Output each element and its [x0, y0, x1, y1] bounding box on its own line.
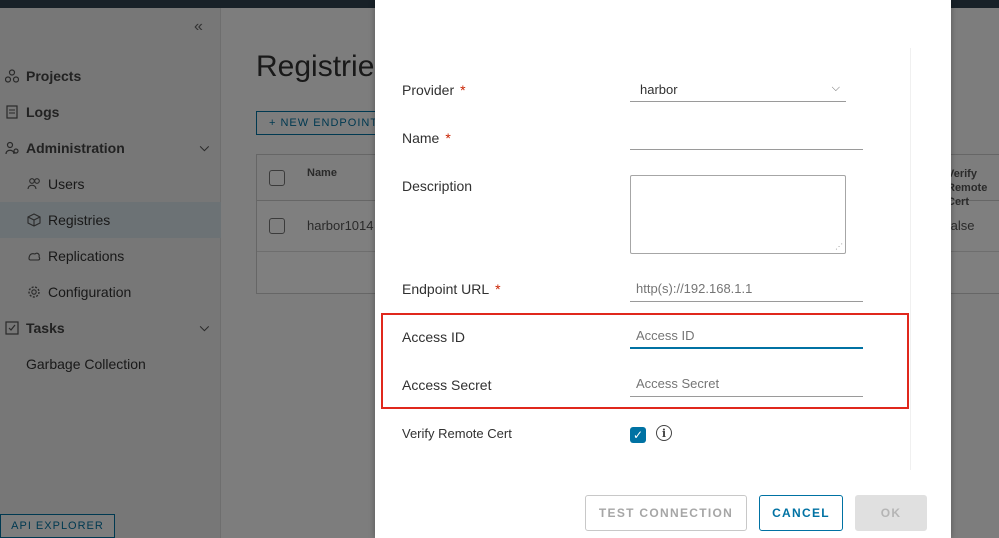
name-label: Name * — [402, 130, 451, 146]
scroll-down-icon[interactable]: ▼ — [910, 456, 911, 470]
ok-button[interactable]: OK — [855, 495, 927, 531]
required-marker: * — [495, 281, 501, 297]
verify-remote-cert-label: Verify Remote Cert — [402, 426, 512, 441]
endpoint-url-input[interactable] — [630, 276, 863, 302]
provider-select[interactable]: harbor ⌵ — [630, 78, 846, 102]
cancel-button[interactable]: CANCEL — [759, 495, 843, 531]
provider-value: harbor — [640, 82, 678, 97]
provider-label: Provider * — [402, 82, 466, 98]
info-icon[interactable]: i — [656, 425, 672, 441]
scroll-up-icon[interactable]: ▲ — [910, 48, 911, 64]
checkmark-icon: ✓ — [632, 428, 644, 442]
test-connection-button[interactable]: TEST CONNECTION — [585, 495, 747, 531]
endpoint-url-label: Endpoint URL * — [402, 281, 501, 297]
name-input[interactable] — [630, 124, 863, 150]
resize-grip-icon[interactable]: ⋰ — [835, 243, 843, 251]
scrollbar[interactable]: ▲ ▼ — [910, 48, 911, 470]
description-textarea[interactable]: ⋰ — [630, 175, 846, 254]
verify-remote-cert-checkbox[interactable]: ✓ — [630, 427, 646, 443]
chevron-down-icon: ⌵ — [831, 82, 840, 94]
new-endpoint-modal: Provider * harbor ⌵ Name * Description ⋰ E… — [375, 0, 951, 538]
access-credentials-highlight — [381, 313, 909, 409]
required-marker: * — [460, 82, 466, 98]
required-marker: * — [445, 130, 451, 146]
description-label: Description — [402, 178, 473, 194]
